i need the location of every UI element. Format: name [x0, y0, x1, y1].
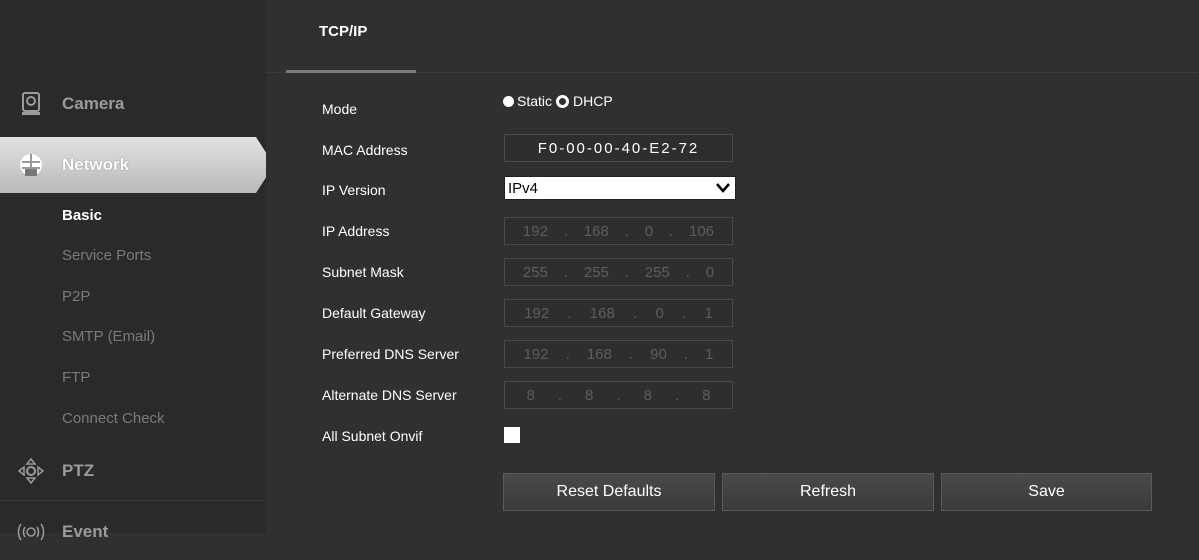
ptz-icon: [0, 458, 62, 484]
sub-p2p[interactable]: P2P: [62, 288, 90, 305]
octet: 8: [526, 386, 535, 404]
octet: 8: [643, 386, 652, 404]
alternate-dns-input[interactable]: 8. 8. 8. 8: [504, 381, 733, 409]
mac-label: MAC Address: [322, 142, 408, 158]
radio-dhcp-label: DHCP: [573, 93, 613, 109]
dot: .: [563, 263, 568, 281]
nav-ptz[interactable]: PTZ: [0, 443, 266, 499]
dot: .: [628, 345, 634, 363]
dot: .: [674, 386, 680, 404]
sub-connect-check[interactable]: Connect Check: [62, 410, 165, 427]
ipversion-select[interactable]: IPv4: [504, 176, 736, 200]
radio-static[interactable]: [503, 95, 514, 107]
ip-label: IP Address: [322, 223, 390, 239]
sub-service-ports[interactable]: Service Ports: [62, 247, 151, 264]
tab-tcpip[interactable]: TCP/IP: [286, 0, 416, 73]
ipversion-value: IPv4: [508, 179, 539, 197]
save-button[interactable]: Save: [941, 473, 1152, 511]
dot: .: [557, 386, 563, 404]
refresh-button[interactable]: Refresh: [722, 473, 934, 511]
dot: .: [683, 345, 689, 363]
dot: .: [616, 386, 621, 404]
dot: .: [624, 222, 629, 240]
dot: .: [563, 222, 568, 240]
dot: .: [567, 304, 572, 322]
octet: 1: [705, 345, 714, 363]
all-subnet-onvif-checkbox[interactable]: [504, 427, 520, 443]
dot: .: [633, 304, 638, 322]
dot: .: [668, 222, 674, 240]
nav-camera-label: Camera: [62, 94, 125, 113]
radio-static-label: Static: [517, 93, 553, 109]
pdns-label: Preferred DNS Server: [322, 346, 459, 362]
nav-network-label: Network: [62, 155, 130, 174]
sub-ftp[interactable]: FTP: [62, 369, 90, 386]
dot: .: [565, 345, 570, 363]
nav-network[interactable]: Network: [0, 137, 274, 193]
octet: 255: [644, 263, 670, 281]
sub-smtp[interactable]: SMTP (Email): [62, 328, 155, 345]
octet: 255: [522, 263, 548, 281]
octet: 192: [522, 222, 548, 240]
octet: 0: [644, 222, 654, 240]
sidebar: Camera Network Basic Service Ports P2P S…: [0, 0, 274, 541]
octet: 0: [655, 304, 664, 322]
dot: .: [685, 263, 690, 281]
mode-label: Mode: [322, 101, 358, 117]
nav-event-label: Event: [62, 522, 109, 541]
octet: 255: [583, 263, 609, 281]
ipversion-label: IP Version: [322, 182, 386, 198]
octet: 1: [704, 304, 713, 322]
octet: 168: [589, 304, 615, 322]
mac-field: F0-00-00-40-E2-72: [504, 134, 733, 162]
gateway-input[interactable]: 192. 168. 0. 1: [504, 299, 733, 327]
octet: 8: [585, 386, 594, 404]
preferred-dns-input[interactable]: 192. 168. 90. 1: [504, 340, 733, 368]
tab-tcpip-label: TCP/IP: [319, 23, 368, 40]
camera-icon: [0, 92, 62, 116]
subnet-mask-input[interactable]: 255. 255. 255. 0: [504, 258, 733, 286]
octet: 90: [650, 345, 667, 363]
ip-address-input[interactable]: 192. 168. 0. 106: [504, 217, 733, 245]
network-icon: [0, 152, 62, 178]
octet: 168: [586, 345, 612, 363]
radio-dhcp[interactable]: [556, 94, 570, 108]
subnet-label: Subnet Mask: [322, 264, 404, 280]
nav-event[interactable]: Event: [0, 504, 266, 560]
dot: .: [624, 263, 629, 281]
nav-camera[interactable]: Camera: [0, 76, 266, 132]
gateway-label: Default Gateway: [322, 305, 426, 321]
octet: 0: [705, 263, 715, 281]
octet: 106: [689, 222, 715, 240]
tab-underline: [286, 70, 416, 73]
onvif-label: All Subnet Onvif: [322, 428, 423, 444]
mode-radio-group: Static DHCP: [503, 93, 613, 109]
event-icon: [0, 520, 62, 544]
reset-defaults-button[interactable]: Reset Defaults: [503, 473, 715, 511]
sub-basic[interactable]: Basic: [62, 207, 102, 224]
dot: .: [682, 304, 687, 322]
divider: [0, 500, 266, 501]
chevron-down-icon: [716, 183, 730, 193]
tab-bar: TCP/IP: [266, 0, 1199, 73]
nav-ptz-label: PTZ: [62, 461, 95, 480]
octet: 168: [583, 222, 609, 240]
adns-label: Alternate DNS Server: [322, 387, 457, 403]
octet: 192: [523, 345, 549, 363]
octet: 192: [524, 304, 550, 322]
octet: 8: [702, 386, 711, 404]
